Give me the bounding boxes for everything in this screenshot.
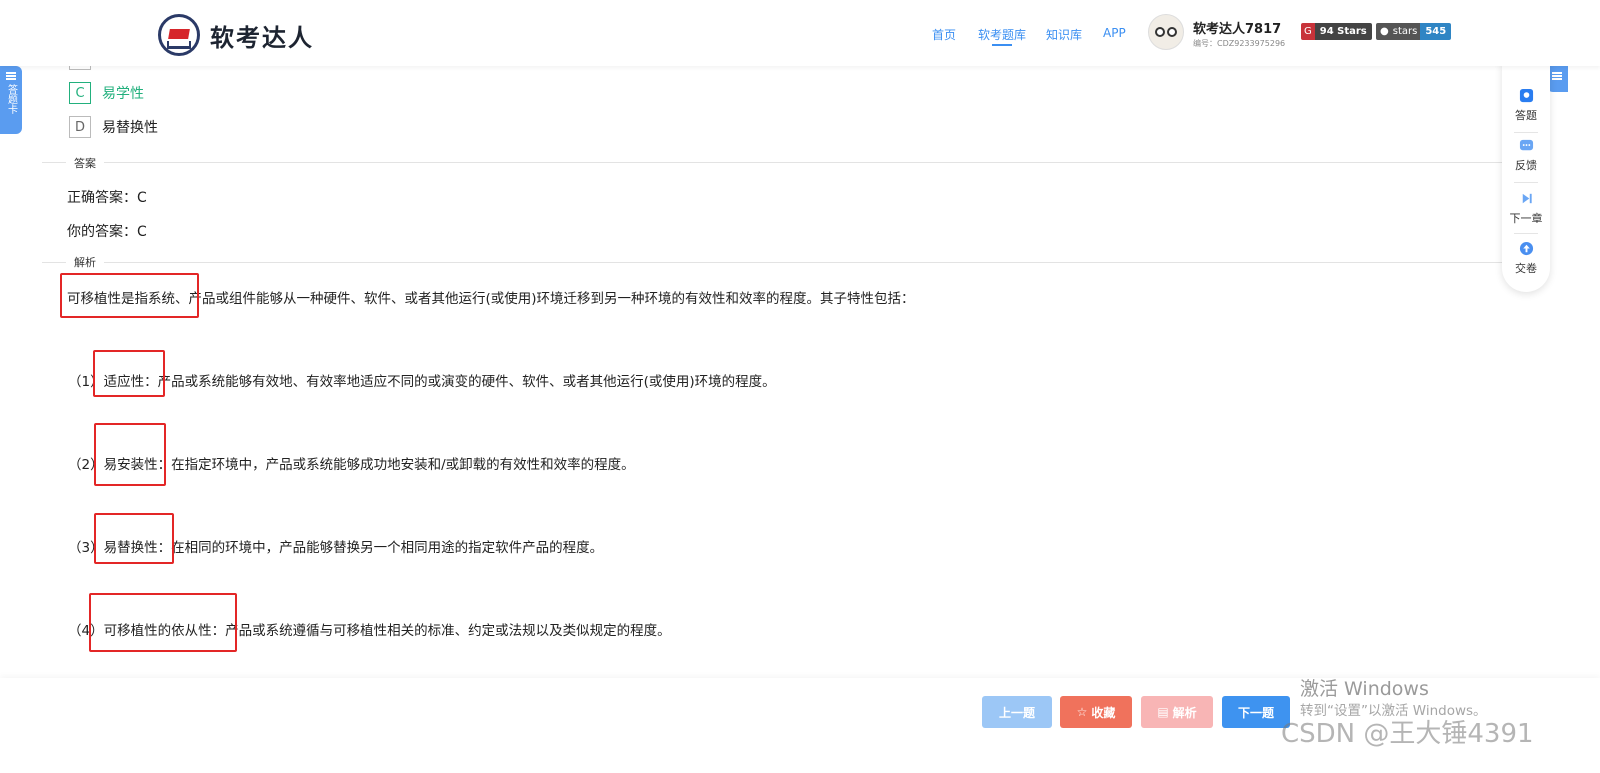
divider xyxy=(42,162,1502,163)
option-c[interactable]: C 易学性 xyxy=(69,82,144,104)
logo-icon xyxy=(158,14,200,56)
nav-active-indicator xyxy=(992,44,1012,46)
page: 软考达人 首页 软考题库 知识库 APP 软考达人7817 编号：CDZ9233… xyxy=(0,0,1600,773)
github-icon: ● xyxy=(1376,23,1393,40)
divider xyxy=(1514,182,1538,183)
option-d[interactable]: D 易替换性 xyxy=(69,116,158,138)
nav-question-bank[interactable]: 软考题库 xyxy=(978,26,1026,46)
your-answer: 你的答案：C xyxy=(67,224,147,240)
gitee-stars-badge[interactable]: G 94 Stars xyxy=(1301,23,1372,40)
top-header: 软考达人 首页 软考题库 知识库 APP 软考达人7817 编号：CDZ9233… xyxy=(0,0,1600,66)
site-logo[interactable]: 软考达人 xyxy=(158,14,314,56)
tool-next-chapter[interactable]: 下一章 xyxy=(1502,191,1550,226)
analysis-button[interactable]: ▤ 解析 xyxy=(1141,696,1213,728)
favorite-button[interactable]: ☆ 收藏 xyxy=(1060,696,1132,728)
tool-answer[interactable]: 答题 xyxy=(1502,88,1550,123)
option-letter: C xyxy=(69,82,91,104)
tool-feedback[interactable]: 反馈 xyxy=(1502,138,1550,173)
answer-icon xyxy=(1519,88,1533,103)
highlight-box xyxy=(93,350,165,397)
analysis-section-title: 解析 xyxy=(66,254,104,270)
user-name[interactable]: 软考达人7817 xyxy=(1193,18,1281,37)
highlight-box xyxy=(94,423,166,486)
menu-icon xyxy=(1552,72,1562,80)
nav-app[interactable]: APP xyxy=(1103,26,1126,40)
next-question-button[interactable]: 下一题 xyxy=(1222,696,1290,728)
divider xyxy=(1514,132,1538,133)
option-text: 易替换性 xyxy=(102,120,158,136)
csdn-watermark: CSDN @王大锤4391 xyxy=(1281,719,1534,749)
tool-submit[interactable]: 交卷 xyxy=(1502,241,1550,276)
answer-card-tab[interactable]: 答题卡 xyxy=(0,66,22,134)
feedback-icon xyxy=(1519,139,1533,151)
nav-knowledge[interactable]: 知识库 xyxy=(1046,26,1082,43)
submit-icon xyxy=(1519,241,1533,256)
menu-icon xyxy=(6,72,16,80)
highlight-box xyxy=(89,593,237,652)
nav-home[interactable]: 首页 xyxy=(932,26,956,43)
side-toolbar: 答题 反馈 下一章 交卷 xyxy=(1502,60,1550,292)
logo-text: 软考达人 xyxy=(210,23,314,52)
highlight-box xyxy=(94,513,174,564)
gitee-icon: G xyxy=(1301,23,1315,40)
windows-activation-title: 激活 Windows xyxy=(1300,678,1429,700)
option-letter: D xyxy=(69,116,91,138)
avatar[interactable] xyxy=(1148,14,1184,50)
github-stars-badge[interactable]: ● stars 545 xyxy=(1376,23,1452,40)
divider xyxy=(42,262,1502,263)
star-icon: ☆ xyxy=(1076,705,1088,719)
divider xyxy=(1514,233,1538,234)
answer-section-title: 答案 xyxy=(66,155,104,171)
next-chapter-icon xyxy=(1522,193,1532,204)
correct-answer: 正确答案：C xyxy=(67,190,147,206)
prev-question-button[interactable]: 上一题 xyxy=(982,696,1052,728)
highlight-box xyxy=(60,273,199,318)
document-icon: ▤ xyxy=(1157,705,1169,719)
option-text: 易学性 xyxy=(102,86,144,102)
analysis-item-1: （1）适应性：产品或系统能够有效地、有效率地适应不同的或演变的硬件、软件、或者其… xyxy=(68,374,776,390)
user-id: 编号：CDZ9233975296 xyxy=(1193,39,1286,48)
